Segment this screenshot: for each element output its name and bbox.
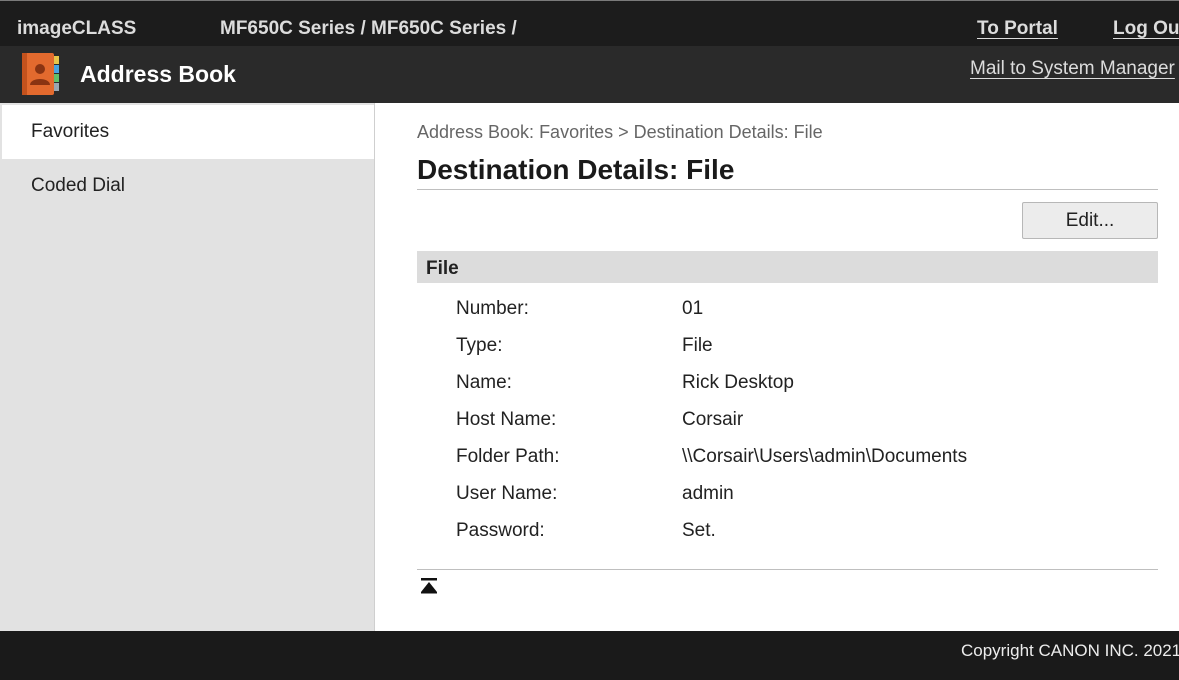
detail-row-number: Number: 01 bbox=[456, 298, 1158, 326]
page: imageCLASS MF650C Series / MF650C Series… bbox=[0, 0, 1179, 680]
page-title: Destination Details: File bbox=[417, 154, 735, 185]
header-bar: Address Book Mail to System Manager bbox=[0, 46, 1179, 103]
detail-row-password: Password: Set. bbox=[456, 520, 1158, 548]
detail-row-folder-path: Folder Path: \\Corsair\Users\admin\Docum… bbox=[456, 446, 1158, 474]
detail-label: Folder Path: bbox=[456, 446, 560, 467]
detail-value: Rick Desktop bbox=[682, 372, 794, 393]
detail-label: Password: bbox=[456, 520, 545, 541]
to-portal-link[interactable]: To Portal bbox=[977, 18, 1058, 40]
device-path: MF650C Series / MF650C Series / bbox=[220, 18, 517, 39]
detail-row-type: Type: File bbox=[456, 335, 1158, 363]
copyright-text: Copyright CANON INC. 2021 bbox=[961, 641, 1179, 660]
edit-button[interactable]: Edit... bbox=[1022, 202, 1158, 239]
footer: Copyright CANON INC. 2021 bbox=[0, 631, 1179, 680]
detail-value: Corsair bbox=[682, 409, 744, 430]
breadcrumb: Address Book: Favorites > Destination De… bbox=[417, 122, 823, 142]
mail-system-manager-link[interactable]: Mail to System Manager bbox=[970, 58, 1175, 80]
top-bar: imageCLASS MF650C Series / MF650C Series… bbox=[0, 0, 1179, 46]
sidebar-item-label: Coded Dial bbox=[31, 175, 125, 196]
sidebar-item-coded-dial[interactable]: Coded Dial bbox=[2, 159, 374, 213]
sidebar-item-favorites[interactable]: Favorites bbox=[2, 105, 374, 159]
section-header: File bbox=[417, 251, 1158, 283]
detail-label: Type: bbox=[456, 335, 503, 356]
brand-label: imageCLASS bbox=[17, 18, 137, 39]
detail-row-user-name: User Name: admin bbox=[456, 483, 1158, 511]
detail-value: File bbox=[682, 335, 713, 356]
log-out-link[interactable]: Log Out bbox=[1113, 18, 1179, 40]
to-top-icon[interactable] bbox=[419, 577, 439, 595]
detail-value: admin bbox=[682, 483, 734, 504]
detail-row-name: Name: Rick Desktop bbox=[456, 372, 1158, 400]
detail-label: User Name: bbox=[456, 483, 558, 504]
detail-value: 01 bbox=[682, 298, 704, 319]
detail-value: \\Corsair\Users\admin\Documents bbox=[682, 446, 968, 467]
detail-label: Host Name: bbox=[456, 409, 557, 430]
main-content: Address Book: Favorites > Destination De… bbox=[375, 103, 1179, 631]
sidebar: Favorites Coded Dial bbox=[0, 103, 375, 631]
divider bbox=[417, 189, 1158, 190]
detail-value: Set. bbox=[682, 520, 716, 541]
detail-label: Name: bbox=[456, 372, 512, 393]
app-title: Address Book bbox=[80, 61, 236, 87]
sidebar-item-label: Favorites bbox=[31, 121, 110, 142]
detail-label: Number: bbox=[456, 298, 529, 319]
divider bbox=[417, 569, 1158, 570]
detail-row-host-name: Host Name: Corsair bbox=[456, 409, 1158, 437]
address-book-icon bbox=[22, 53, 59, 95]
